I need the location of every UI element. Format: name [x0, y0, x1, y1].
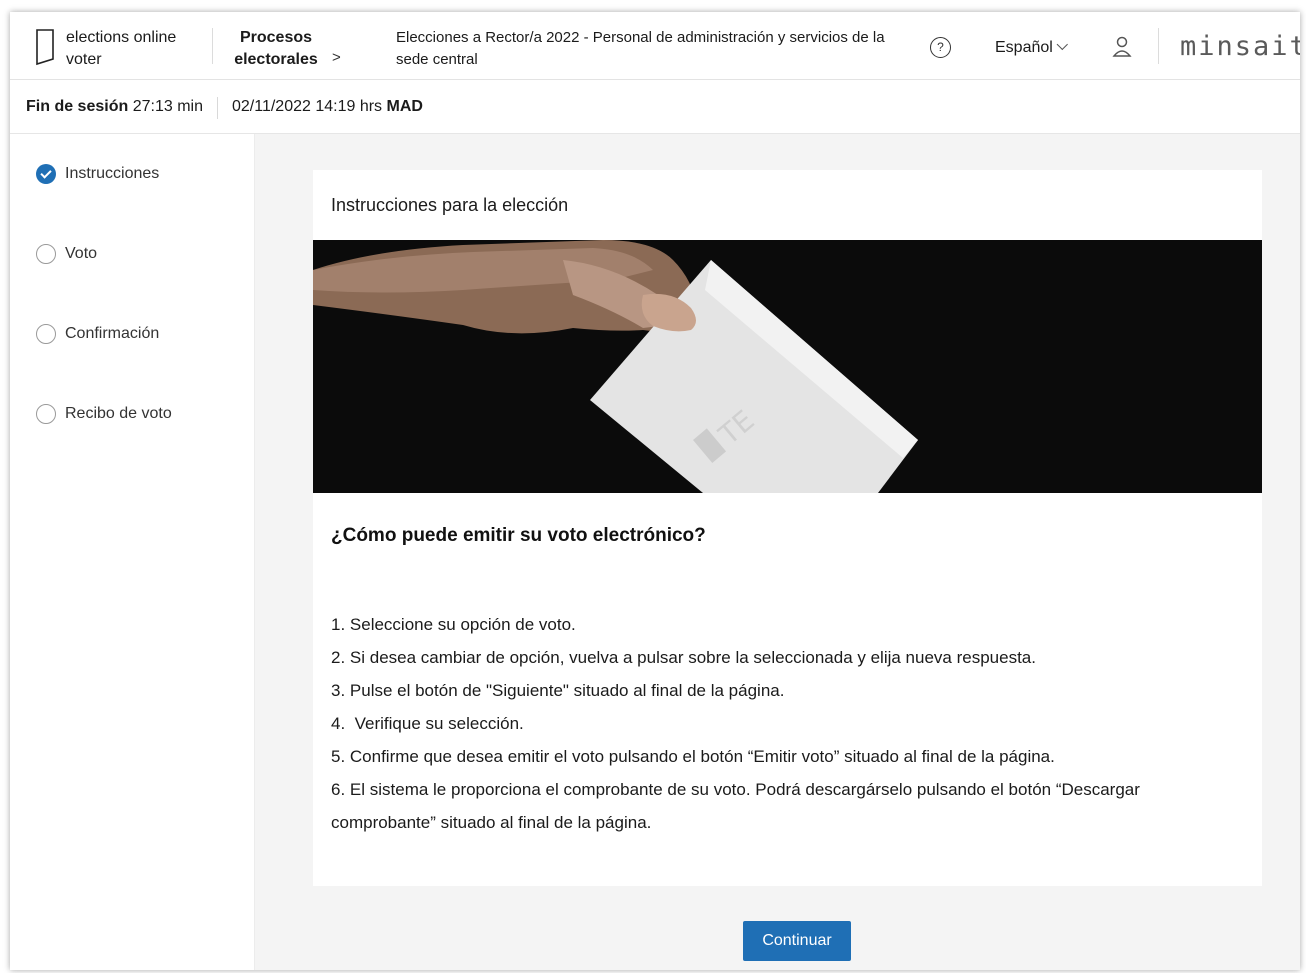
session-timer: Fin de sesión 27:13 min [26, 98, 203, 116]
question-heading: ¿Cómo puede emitir su voto electrónico? [331, 525, 706, 546]
instructions-list: 1. Seleccione su opción de voto. 2. Si d… [331, 608, 1241, 839]
instruction-item: 1. Seleccione su opción de voto. [331, 615, 576, 634]
timezone: MAD [386, 98, 423, 115]
steps-sidebar: Instrucciones Voto Confirmación Recibo d… [10, 134, 255, 970]
instruction-item: 3. Pulse el botón de "Siguiente" situado… [331, 681, 785, 700]
language-selector[interactable]: Español [995, 37, 1068, 59]
divider [217, 97, 218, 119]
instruction-item: 6. El sistema le proporciona el comproba… [331, 780, 1140, 832]
divider [1158, 28, 1159, 64]
main-content: Instrucciones para la elección TE ¿Cómo [255, 134, 1300, 970]
session-bar: Fin de sesión 27:13 min 02/11/2022 14:19… [10, 80, 1300, 134]
continue-button[interactable]: Continuar [743, 921, 851, 961]
session-datetime: 02/11/2022 14:19 hrs MAD [232, 98, 423, 116]
session-time-unit: min [177, 98, 203, 115]
instruction-item: 2. Si desea cambiar de opción, vuelva a … [331, 648, 1036, 667]
brand-logo: minsait [1180, 31, 1300, 62]
app-window: elections online voter Procesos electora… [10, 12, 1300, 970]
instruction-item: 5. Confirme que desea emitir el voto pul… [331, 747, 1055, 766]
session-time-left: 27:13 [132, 98, 173, 115]
step-label: Instrucciones [65, 165, 160, 182]
breadcrumb-chevron-icon: > [332, 49, 341, 66]
card-title: Instrucciones para la elección [331, 195, 569, 215]
chevron-down-icon [1056, 38, 1068, 51]
instruction-item: 4. Verifique su selección. [331, 714, 524, 733]
step-radio-icon [36, 244, 56, 264]
instructions-card: Instrucciones para la elección TE ¿Cómo [313, 170, 1262, 886]
user-icon[interactable] [1112, 36, 1132, 58]
top-bar: elections online voter Procesos electora… [10, 12, 1300, 80]
divider [212, 28, 213, 64]
logo-mark-icon [36, 29, 54, 66]
step-checked-icon [36, 164, 56, 184]
current-datetime: 02/11/2022 14:19 hrs [232, 98, 383, 115]
breadcrumb-election-title: Elecciones a Rector/a 2022 - Personal de… [396, 29, 885, 68]
nav-procesos-electorales[interactable]: Procesos electorales [226, 27, 326, 71]
language-label: Español [995, 39, 1053, 56]
session-end-label: Fin de sesión [26, 98, 129, 115]
step-radio-icon [36, 324, 56, 344]
help-icon[interactable]: ? [930, 37, 951, 58]
hero-image: TE [313, 240, 1262, 493]
step-label: Recibo de voto [65, 405, 172, 422]
step-label: Confirmación [65, 325, 160, 342]
app-name: elections online voter [66, 29, 177, 68]
step-label: Voto [65, 245, 98, 262]
step-radio-icon [36, 404, 56, 424]
